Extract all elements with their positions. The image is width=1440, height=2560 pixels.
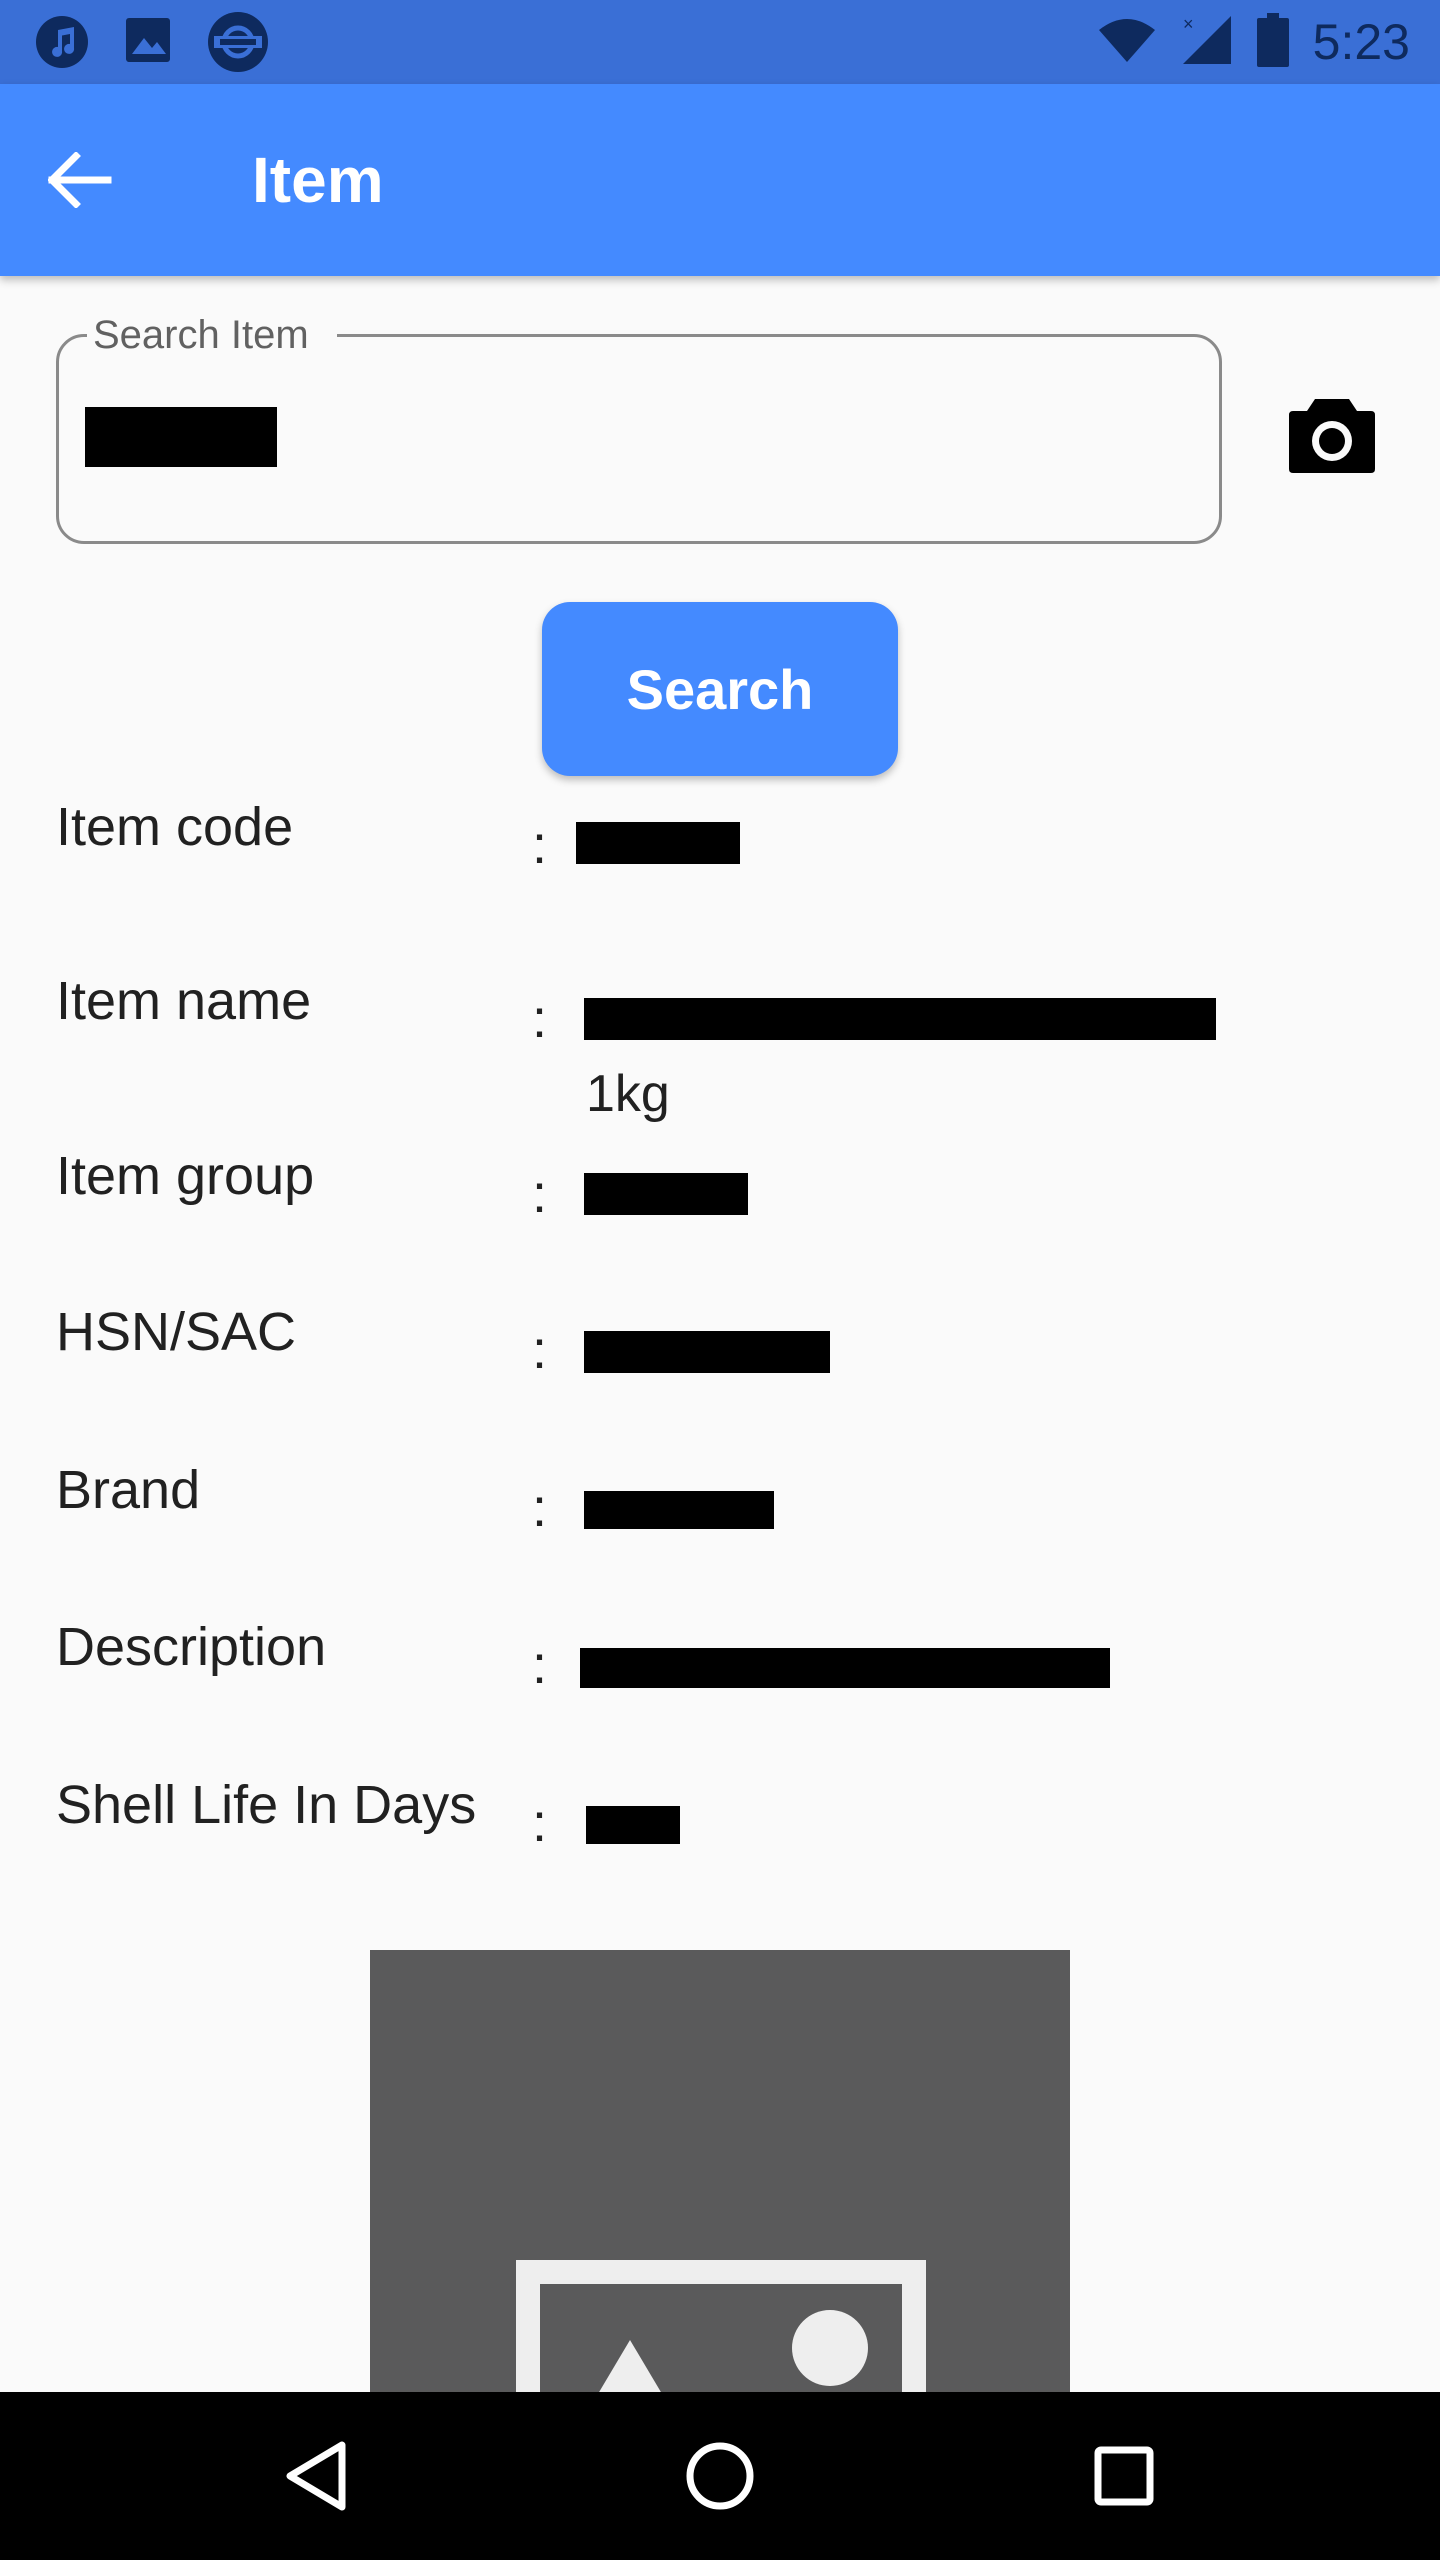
battery-icon	[1256, 12, 1289, 72]
arrow-left-icon	[48, 152, 112, 208]
back-button[interactable]	[32, 132, 128, 228]
search-label: Search Item	[87, 311, 337, 359]
hsn-sac-value	[584, 1331, 830, 1391]
nav-back-icon	[286, 2441, 346, 2511]
shelf-life-colon: :	[532, 1793, 548, 1853]
cell-signal-icon: ×	[1181, 14, 1233, 71]
hsn-sac-colon: :	[532, 1320, 548, 1380]
status-time: 5:23	[1312, 14, 1410, 70]
app-bar: Item	[0, 84, 1440, 276]
nav-home-icon	[686, 2442, 754, 2510]
item-name-value-extra: 1kg	[586, 1065, 670, 1123]
item-code-value	[576, 822, 740, 882]
wifi-icon	[1097, 16, 1157, 69]
nav-recents-button[interactable]	[1084, 2436, 1164, 2516]
svg-text:×: ×	[1183, 14, 1194, 34]
item-name-label: Item name	[56, 971, 312, 1031]
status-bar: × 5:23	[0, 0, 1440, 84]
camera-button[interactable]	[1280, 390, 1384, 480]
description-value	[580, 1648, 1110, 1708]
item-group-value	[584, 1173, 748, 1233]
music-note-icon	[36, 16, 88, 68]
image-icon	[124, 16, 172, 69]
description-label: Description	[56, 1617, 327, 1677]
nav-back-button[interactable]	[276, 2436, 356, 2516]
camera-icon	[1289, 399, 1375, 473]
item-group-label: Item group	[56, 1146, 315, 1206]
item-code-label: Item code	[56, 797, 294, 857]
navigation-bar	[0, 2392, 1440, 2560]
description-colon: :	[532, 1635, 548, 1695]
shelf-life-value	[586, 1806, 680, 1866]
page-title: Item	[252, 144, 384, 216]
search-button[interactable]: Search	[542, 602, 898, 776]
shelf-life-label: Shell Life In Days	[56, 1775, 477, 1835]
screen: × 5:23 Item Search Item Search Item code…	[0, 0, 1440, 2560]
nav-home-button[interactable]	[680, 2436, 760, 2516]
status-left-icons	[36, 12, 304, 72]
brand-colon: :	[532, 1478, 548, 1538]
brand-label: Brand	[56, 1460, 201, 1520]
item-code-colon: :	[532, 815, 548, 875]
status-right-icons: × 5:23	[1073, 12, 1410, 72]
hsn-sac-label: HSN/SAC	[56, 1302, 297, 1362]
nav-recents-icon	[1094, 2446, 1154, 2506]
item-name-colon: :	[532, 989, 548, 1049]
item-group-colon: :	[532, 1164, 548, 1224]
search-field[interactable]: Search Item	[56, 311, 1222, 544]
sync-icon	[208, 12, 268, 72]
brand-value	[584, 1491, 774, 1551]
search-input[interactable]	[83, 405, 1083, 485]
image-placeholder-icon	[516, 2260, 926, 2400]
item-name-value	[584, 998, 1216, 1058]
item-image	[370, 1950, 1070, 2400]
